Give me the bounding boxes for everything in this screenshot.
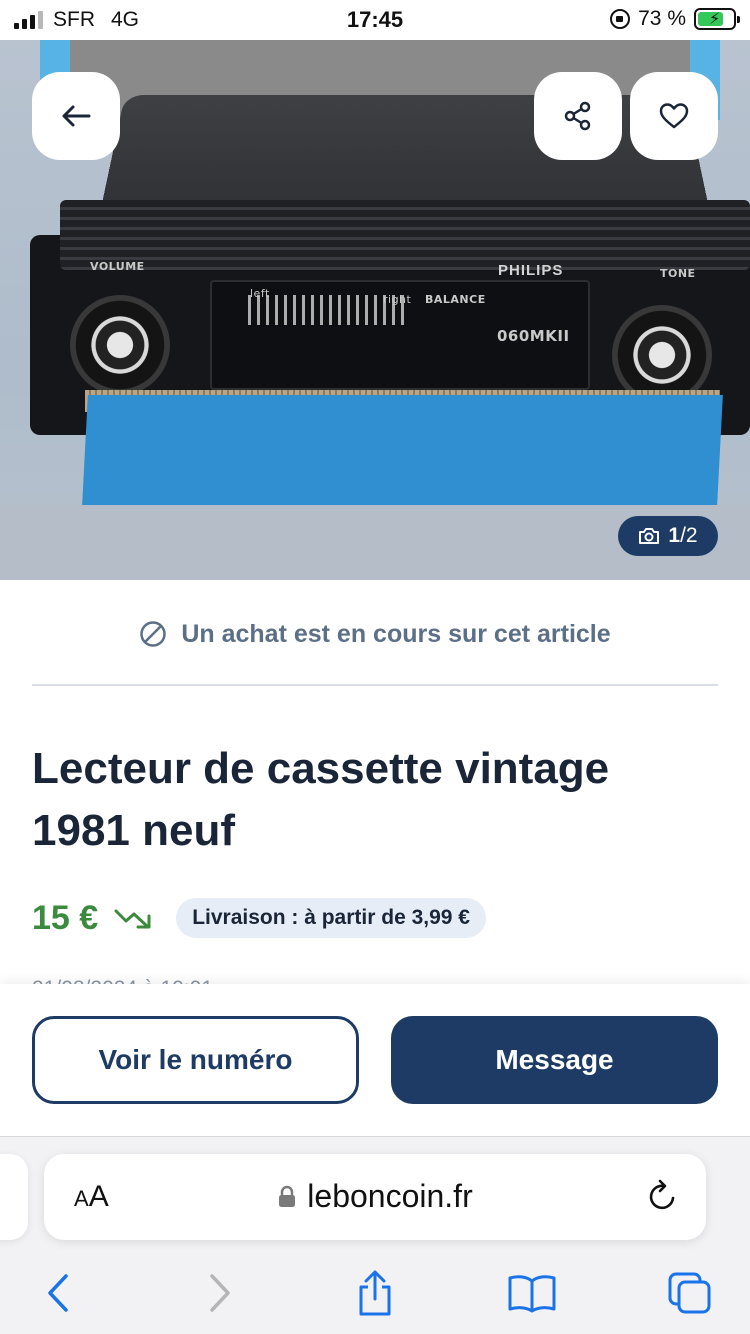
chevron-right-icon bbox=[210, 1274, 230, 1312]
heart-icon bbox=[659, 103, 689, 129]
reload-icon[interactable] bbox=[646, 1178, 680, 1214]
action-bar: Voir le numéro Message bbox=[0, 984, 750, 1136]
photo-left-label: left bbox=[250, 287, 270, 300]
photo-counter-total: /2 bbox=[680, 524, 698, 547]
photo-counter[interactable]: 1/2 bbox=[618, 516, 718, 556]
photo-radio-fins bbox=[60, 200, 750, 270]
photo-volume-knob bbox=[70, 295, 170, 395]
photo-brand-label: PHILIPS bbox=[498, 262, 564, 279]
status-right: 73 % ⚡ bbox=[610, 7, 740, 31]
chevron-left-icon bbox=[48, 1274, 68, 1312]
share-button[interactable] bbox=[534, 72, 622, 160]
address-bar[interactable]: AA leboncoin.fr bbox=[44, 1154, 706, 1240]
purchase-notice: Un achat est en cours sur cet article bbox=[0, 614, 750, 654]
status-bar: SFR 4G 17:45 73 % ⚡ bbox=[0, 0, 750, 40]
previous-tab-peek[interactable] bbox=[0, 1154, 28, 1240]
book-icon bbox=[508, 1275, 556, 1313]
photo-volume-label: VOLUME bbox=[90, 260, 145, 273]
browser-toolbar: AA leboncoin.fr bbox=[0, 1136, 750, 1334]
battery-percent: 73 % bbox=[638, 7, 686, 30]
photo-balance-label: BALANCE bbox=[425, 293, 486, 306]
arrow-left-icon bbox=[62, 105, 91, 127]
photo-right-label: right bbox=[383, 293, 412, 306]
browser-share-button[interactable] bbox=[345, 1263, 405, 1323]
share-sheet-icon bbox=[359, 1270, 391, 1316]
price-drop-icon bbox=[114, 909, 151, 929]
browser-tabs-button[interactable] bbox=[660, 1263, 720, 1323]
photo-counter-text: 1/2 bbox=[668, 524, 697, 548]
browser-forward-button[interactable] bbox=[190, 1263, 250, 1323]
share-icon bbox=[564, 101, 591, 131]
back-button[interactable] bbox=[32, 72, 120, 160]
lock-icon bbox=[279, 1185, 296, 1207]
camera-icon bbox=[639, 528, 660, 544]
listing-title: Lecteur de cassette vintage 1981 neuf bbox=[32, 744, 610, 855]
battery-icon: ⚡ bbox=[694, 8, 740, 30]
rotation-lock-icon bbox=[610, 9, 631, 29]
photo-model-label: 060MKII bbox=[497, 327, 570, 345]
url-text: leboncoin.fr bbox=[307, 1178, 473, 1214]
url-display[interactable]: leboncoin.fr bbox=[44, 1178, 706, 1215]
tabs-icon bbox=[668, 1272, 711, 1314]
charging-icon: ⚡ bbox=[709, 11, 721, 28]
delivery-badge: Livraison : à partir de 3,99 € bbox=[176, 898, 486, 938]
browser-bookmarks-button[interactable] bbox=[502, 1263, 562, 1323]
unavailable-icon bbox=[140, 621, 167, 647]
browser-back-button[interactable] bbox=[28, 1263, 88, 1323]
photo-blue-box bbox=[82, 395, 723, 505]
photo-counter-current: 1 bbox=[668, 524, 681, 547]
message-button[interactable]: Message bbox=[391, 1016, 718, 1104]
browser-nav-bar bbox=[0, 1263, 750, 1323]
listing-price: 15 € bbox=[32, 898, 99, 937]
price-row: 15 € Livraison : à partir de 3,99 € bbox=[32, 896, 486, 940]
show-phone-button[interactable]: Voir le numéro bbox=[32, 1016, 359, 1104]
favorite-button[interactable] bbox=[630, 72, 718, 160]
purchase-notice-text: Un achat est en cours sur cet article bbox=[181, 619, 611, 648]
photo-tone-label: TONE bbox=[660, 267, 696, 280]
divider bbox=[32, 684, 718, 686]
